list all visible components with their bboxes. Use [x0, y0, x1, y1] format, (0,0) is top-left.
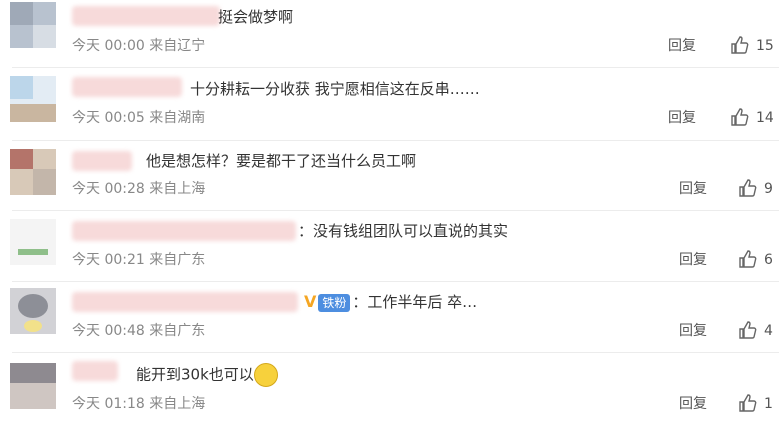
thumbs-up-icon[interactable]: [730, 35, 750, 55]
like-count: 1: [764, 396, 773, 412]
reply-button[interactable]: 回复: [679, 322, 707, 340]
comment-meta: 今天 00:00 来自辽宁: [72, 38, 206, 54]
avatar[interactable]: [10, 2, 56, 48]
reply-button[interactable]: 回复: [668, 109, 696, 127]
reply-button[interactable]: 回复: [679, 180, 707, 198]
username[interactable]: [72, 6, 220, 26]
comment-meta: 今天 01:18 来自上海: [72, 396, 206, 412]
v-badge-icon: V: [304, 292, 317, 311]
username[interactable]: [72, 77, 182, 97]
like-count: 4: [764, 323, 773, 339]
avatar[interactable]: [10, 288, 56, 334]
comment-item: 十分耕耘一分收获 我宁愿相信这在反串…… 今天 00:05 来自湖南 回复 14: [0, 68, 779, 140]
avatar[interactable]: [10, 76, 56, 122]
comment-item: 他是想怎样？要是都干了还当什么员工啊 今天 00:28 来自上海 回复 9: [0, 141, 779, 209]
username[interactable]: [72, 292, 298, 312]
comment-text: 挺会做梦啊: [218, 8, 294, 26]
comment-item: 挺会做梦啊 今天 00:00 来自辽宁 回复 15: [0, 0, 779, 66]
thumbs-up-icon[interactable]: [738, 393, 758, 413]
comment-text: 他是想怎样？要是都干了还当什么员工啊: [146, 152, 417, 170]
reply-button[interactable]: 回复: [679, 395, 707, 413]
like-count: 9: [764, 181, 773, 197]
comment-meta: 今天 00:05 来自湖南: [72, 110, 206, 126]
username[interactable]: [72, 151, 132, 171]
avatar[interactable]: [10, 219, 56, 265]
comment-text-wrapper: V 铁粉 ：工作半年后 卒…: [300, 292, 477, 312]
comment-text: 十分耕耘一分收获 我宁愿相信这在反串……: [190, 80, 480, 98]
thumbs-up-icon[interactable]: [738, 249, 758, 269]
reply-button[interactable]: 回复: [668, 37, 696, 55]
thumbs-up-icon[interactable]: [738, 178, 758, 198]
username[interactable]: [72, 221, 296, 241]
comment-meta: 今天 00:48 来自广东: [72, 323, 206, 339]
comment-meta: 今天 00:28 来自上海: [72, 181, 206, 197]
like-count: 14: [756, 110, 774, 126]
comment-text: ：没有钱组团队可以直说的其实: [298, 222, 509, 240]
comment-item: V 铁粉 ：工作半年后 卒… 今天 00:48 来自广东 回复 4: [0, 282, 779, 352]
avatar[interactable]: [10, 149, 56, 195]
comment-text: ：工作半年后 卒…: [352, 293, 478, 311]
comment-item: 能开到30k也可以 今天 01:18 来自上海 回复 1: [0, 353, 779, 424]
like-count: 15: [756, 38, 774, 54]
comment-item: ：没有钱组团队可以直说的其实 今天 00:21 来自广东 回复 6: [0, 211, 779, 281]
fan-badge[interactable]: 铁粉: [318, 294, 351, 312]
smiling-emoji-icon: [253, 363, 278, 387]
reply-button[interactable]: 回复: [679, 251, 707, 269]
comment-text: 能开到30k也可以: [136, 365, 254, 384]
thumbs-up-icon[interactable]: [738, 320, 758, 340]
avatar[interactable]: [10, 363, 56, 409]
thumbs-up-icon[interactable]: [730, 107, 750, 127]
comment-meta: 今天 00:21 来自广东: [72, 252, 206, 268]
username[interactable]: [72, 361, 118, 381]
like-count: 6: [764, 252, 773, 268]
comment-text-wrapper: 能开到30k也可以: [136, 363, 278, 387]
